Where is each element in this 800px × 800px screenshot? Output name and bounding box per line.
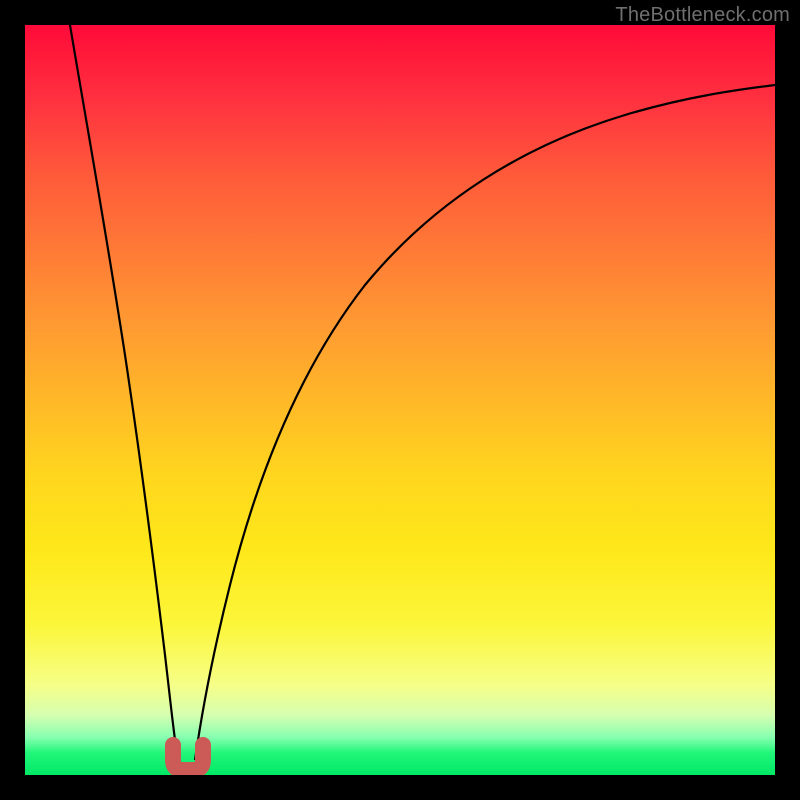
outer-black-frame: TheBottleneck.com <box>0 0 800 800</box>
minimum-marker <box>173 745 203 770</box>
curve-left-branch <box>70 25 178 760</box>
chart-svg <box>25 25 775 775</box>
plot-area <box>25 25 775 775</box>
curve-right-branch <box>195 85 775 760</box>
watermark-text: TheBottleneck.com <box>615 4 790 27</box>
